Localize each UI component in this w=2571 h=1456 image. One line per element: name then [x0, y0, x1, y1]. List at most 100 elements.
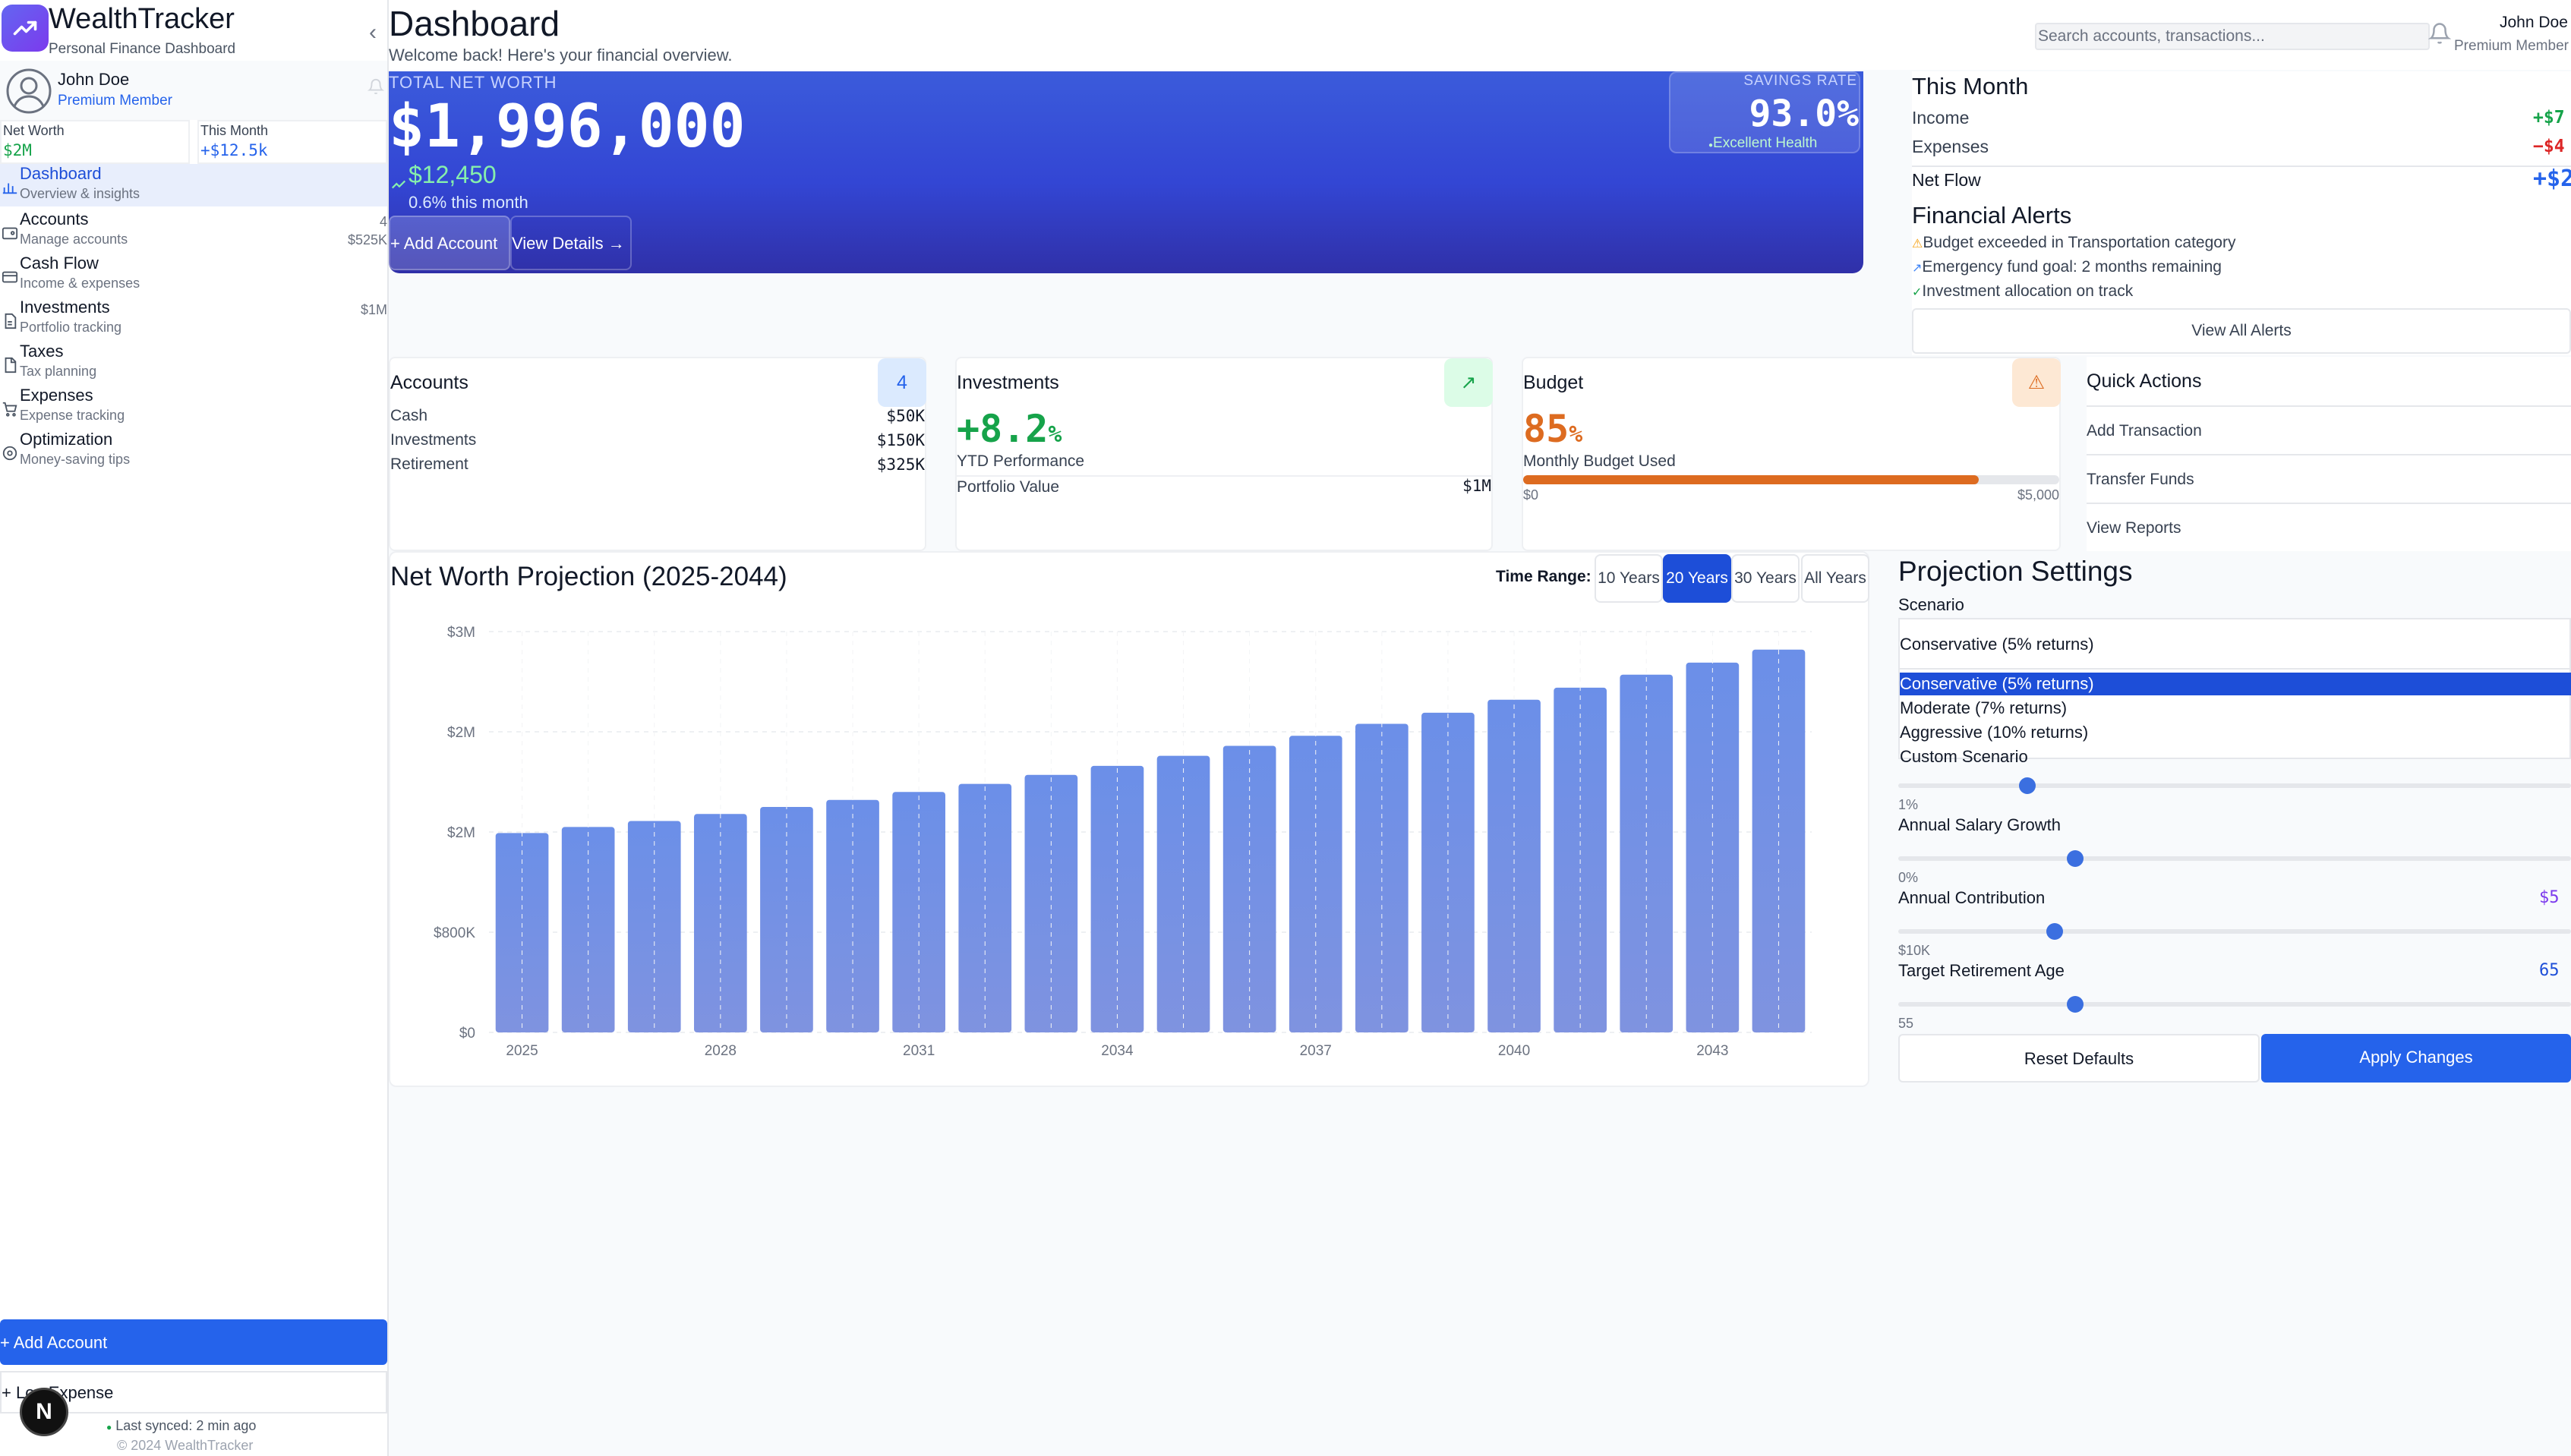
status-dot-icon: ●	[106, 1422, 112, 1432]
savings-label: SAVINGS RATE	[1743, 73, 1857, 89]
sidebar-item-cash-flow[interactable]: Cash Flow Income & expenses	[0, 254, 387, 296]
retirement-age-label: Target Retirement Age	[1898, 961, 2065, 980]
month-alerts-panel: This Month Income +$7 Expenses −$4 Net F…	[1912, 71, 2571, 355]
net-worth-projection-chart: $0 $800K $2M $2M $3M 2025 2028 2031 2034 2037 2040…	[434, 625, 1812, 1059]
projection-card: Net Worth Projection (2025-2044) Time Ra…	[389, 551, 1869, 1087]
apply-changes-button[interactable]: Apply Changes	[2261, 1034, 2571, 1083]
view-all-alerts-button[interactable]: View All Alerts	[1912, 308, 2571, 354]
projection-title: Net Worth Projection (2025-2044)	[390, 562, 787, 591]
x-tick-label: 2034	[1101, 1043, 1134, 1059]
summary-value: $2M	[3, 141, 32, 159]
scenario-option[interactable]: Moderate (7% returns)	[1900, 697, 2571, 720]
bell-icon[interactable]	[368, 77, 384, 96]
sidebar-add-account-button[interactable]: + Add Account	[0, 1319, 387, 1365]
budget-progress-bar	[1523, 475, 2059, 484]
row-value: $150K	[876, 431, 925, 449]
retirement-age-slider[interactable]	[1898, 996, 2571, 1013]
range-20-years-button[interactable]: 20 Years	[1663, 554, 1731, 603]
row-value: −$4	[2533, 137, 2565, 156]
collapse-sidebar-chevron-icon[interactable]: ‹	[369, 20, 377, 46]
account-row: Retirement $325K	[390, 455, 925, 474]
view-details-label: View Details	[512, 234, 604, 253]
app-logo[interactable]	[2, 5, 49, 52]
salary-growth-label: Annual Salary Growth	[1898, 815, 2061, 834]
sidebar-item-expenses[interactable]: Expenses Expense tracking	[0, 386, 387, 428]
trend-icon: ↗	[1912, 262, 1923, 275]
budget-progress-fill	[1523, 475, 1980, 484]
search-input[interactable]: Search accounts, transactions...	[2035, 23, 2430, 50]
chart-bar	[1024, 774, 1078, 1032]
scenario-option[interactable]: Aggressive (10% returns)	[1900, 721, 2571, 744]
x-tick-label: 2043	[1696, 1043, 1728, 1059]
sidebar-item-count: 4	[379, 214, 387, 229]
reset-defaults-button[interactable]: Reset Defaults	[1898, 1034, 2260, 1083]
settings-title: Projection Settings	[1898, 556, 2133, 587]
net-flow-row: Net Flow +$2,	[1912, 165, 2571, 194]
sidebar-item-dashboard[interactable]: Dashboard Overview & insights	[0, 164, 387, 206]
row-label: Investments	[390, 431, 477, 449]
user-profile[interactable]: John Doe Premium Member	[0, 61, 387, 120]
return-rate-slider[interactable]	[1898, 777, 2571, 794]
app-name: WealthTracker	[49, 3, 235, 35]
x-tick-label: 2031	[903, 1043, 935, 1059]
investments-card[interactable]: Investments ↗ +8.2% YTD Performance Port…	[955, 357, 1493, 551]
document-icon	[5, 313, 17, 329]
range-30-years-button[interactable]: 30 Years	[1731, 554, 1800, 603]
budget-suffix: %	[1569, 421, 1583, 448]
accounts-card[interactable]: Accounts 4 Cash $50K Investments $150K Ret…	[389, 357, 926, 551]
sidebar-item-sub: Overview & insights	[20, 186, 140, 201]
scenario-option[interactable]: Custom Scenario	[1900, 745, 2571, 768]
projection-settings-panel: Projection Settings Scenario Conservativ…	[1898, 551, 2571, 1083]
scenario-select[interactable]: Conservative (5% returns)	[1898, 618, 2571, 670]
user-name: John Doe	[58, 70, 130, 89]
expenses-row: Expenses −$4	[1912, 137, 2571, 165]
warning-icon: ⚠	[2012, 358, 2061, 407]
range-all-years-button[interactable]: All Years	[1801, 554, 1869, 603]
account-row: Cash $50K	[390, 407, 925, 425]
alert-item: ↗Emergency fund goal: 2 months remaining	[1912, 258, 2222, 276]
quick-actions-title: Quick Actions	[2087, 370, 2202, 392]
sidebar-item-label: Taxes	[20, 342, 64, 361]
hero-add-account-button[interactable]: + Add Account	[389, 216, 510, 270]
slider-thumb[interactable]	[2066, 850, 2084, 867]
row-label: Retirement	[390, 455, 468, 473]
slider-thumb[interactable]	[2019, 777, 2036, 794]
alert-text: Budget exceeded in Transportation catego…	[1923, 234, 2236, 251]
sidebar-item-investments[interactable]: Investments Portfolio tracking $1M	[0, 298, 387, 340]
summary-this-month: This Month +$12.5k	[197, 120, 387, 164]
trend-up-icon	[391, 180, 406, 189]
quick-action-view-reports[interactable]: View Reports	[2087, 503, 2571, 550]
sidebar-item-label: Expenses	[20, 386, 93, 405]
row-value: $325K	[876, 455, 925, 474]
sidebar-item-label: Accounts	[20, 210, 89, 228]
sidebar-item-taxes[interactable]: Taxes Tax planning	[0, 342, 387, 384]
sidebar-item-optimization[interactable]: Optimization Money-saving tips	[0, 430, 387, 472]
sidebar-item-accounts[interactable]: Accounts Manage accounts 4 $525K	[0, 210, 387, 252]
budget-caption: Monthly Budget Used	[1523, 452, 1676, 470]
sidebar-item-label: Optimization	[20, 430, 113, 449]
hero-view-details-button[interactable]: View Details →	[510, 216, 632, 270]
budget-used-value: 85%	[1523, 407, 1582, 451]
summary-value: +$12.5k	[200, 141, 268, 159]
salary-growth-slider[interactable]	[1898, 850, 2571, 867]
alert-item: ⚠Budget exceeded in Transportation categ…	[1912, 234, 2235, 252]
file-icon	[5, 357, 17, 373]
range-10-years-button[interactable]: 10 Years	[1595, 554, 1663, 603]
budget-card[interactable]: Budget ⚠ 85% Monthly Budget Used $0 $5,0…	[1522, 357, 2061, 551]
slider-thumb[interactable]	[2066, 996, 2084, 1013]
card-title: Accounts	[390, 372, 468, 393]
last-synced: ● Last synced: 2 min ago	[106, 1418, 256, 1434]
y-tick-label: $2M	[447, 725, 475, 741]
slider-thumb[interactable]	[2046, 923, 2063, 940]
quick-action-transfer-funds[interactable]: Transfer Funds	[2087, 454, 2571, 503]
notification-bell-icon[interactable]	[2428, 21, 2451, 46]
x-tick-label: 2028	[705, 1043, 737, 1059]
scenario-option[interactable]: Conservative (5% returns)	[1900, 673, 2571, 695]
dev-tools-badge[interactable]: N	[20, 1388, 68, 1436]
top-user-name[interactable]: John Doe	[2500, 14, 2568, 32]
summary-net-worth: Net Worth $2M	[0, 120, 190, 164]
app-tagline: Personal Finance Dashboard	[49, 41, 236, 57]
alerts-title: Financial Alerts	[1912, 202, 2072, 228]
quick-action-add-transaction[interactable]: Add Transaction	[2087, 405, 2571, 454]
annual-contribution-slider[interactable]	[1898, 923, 2571, 940]
